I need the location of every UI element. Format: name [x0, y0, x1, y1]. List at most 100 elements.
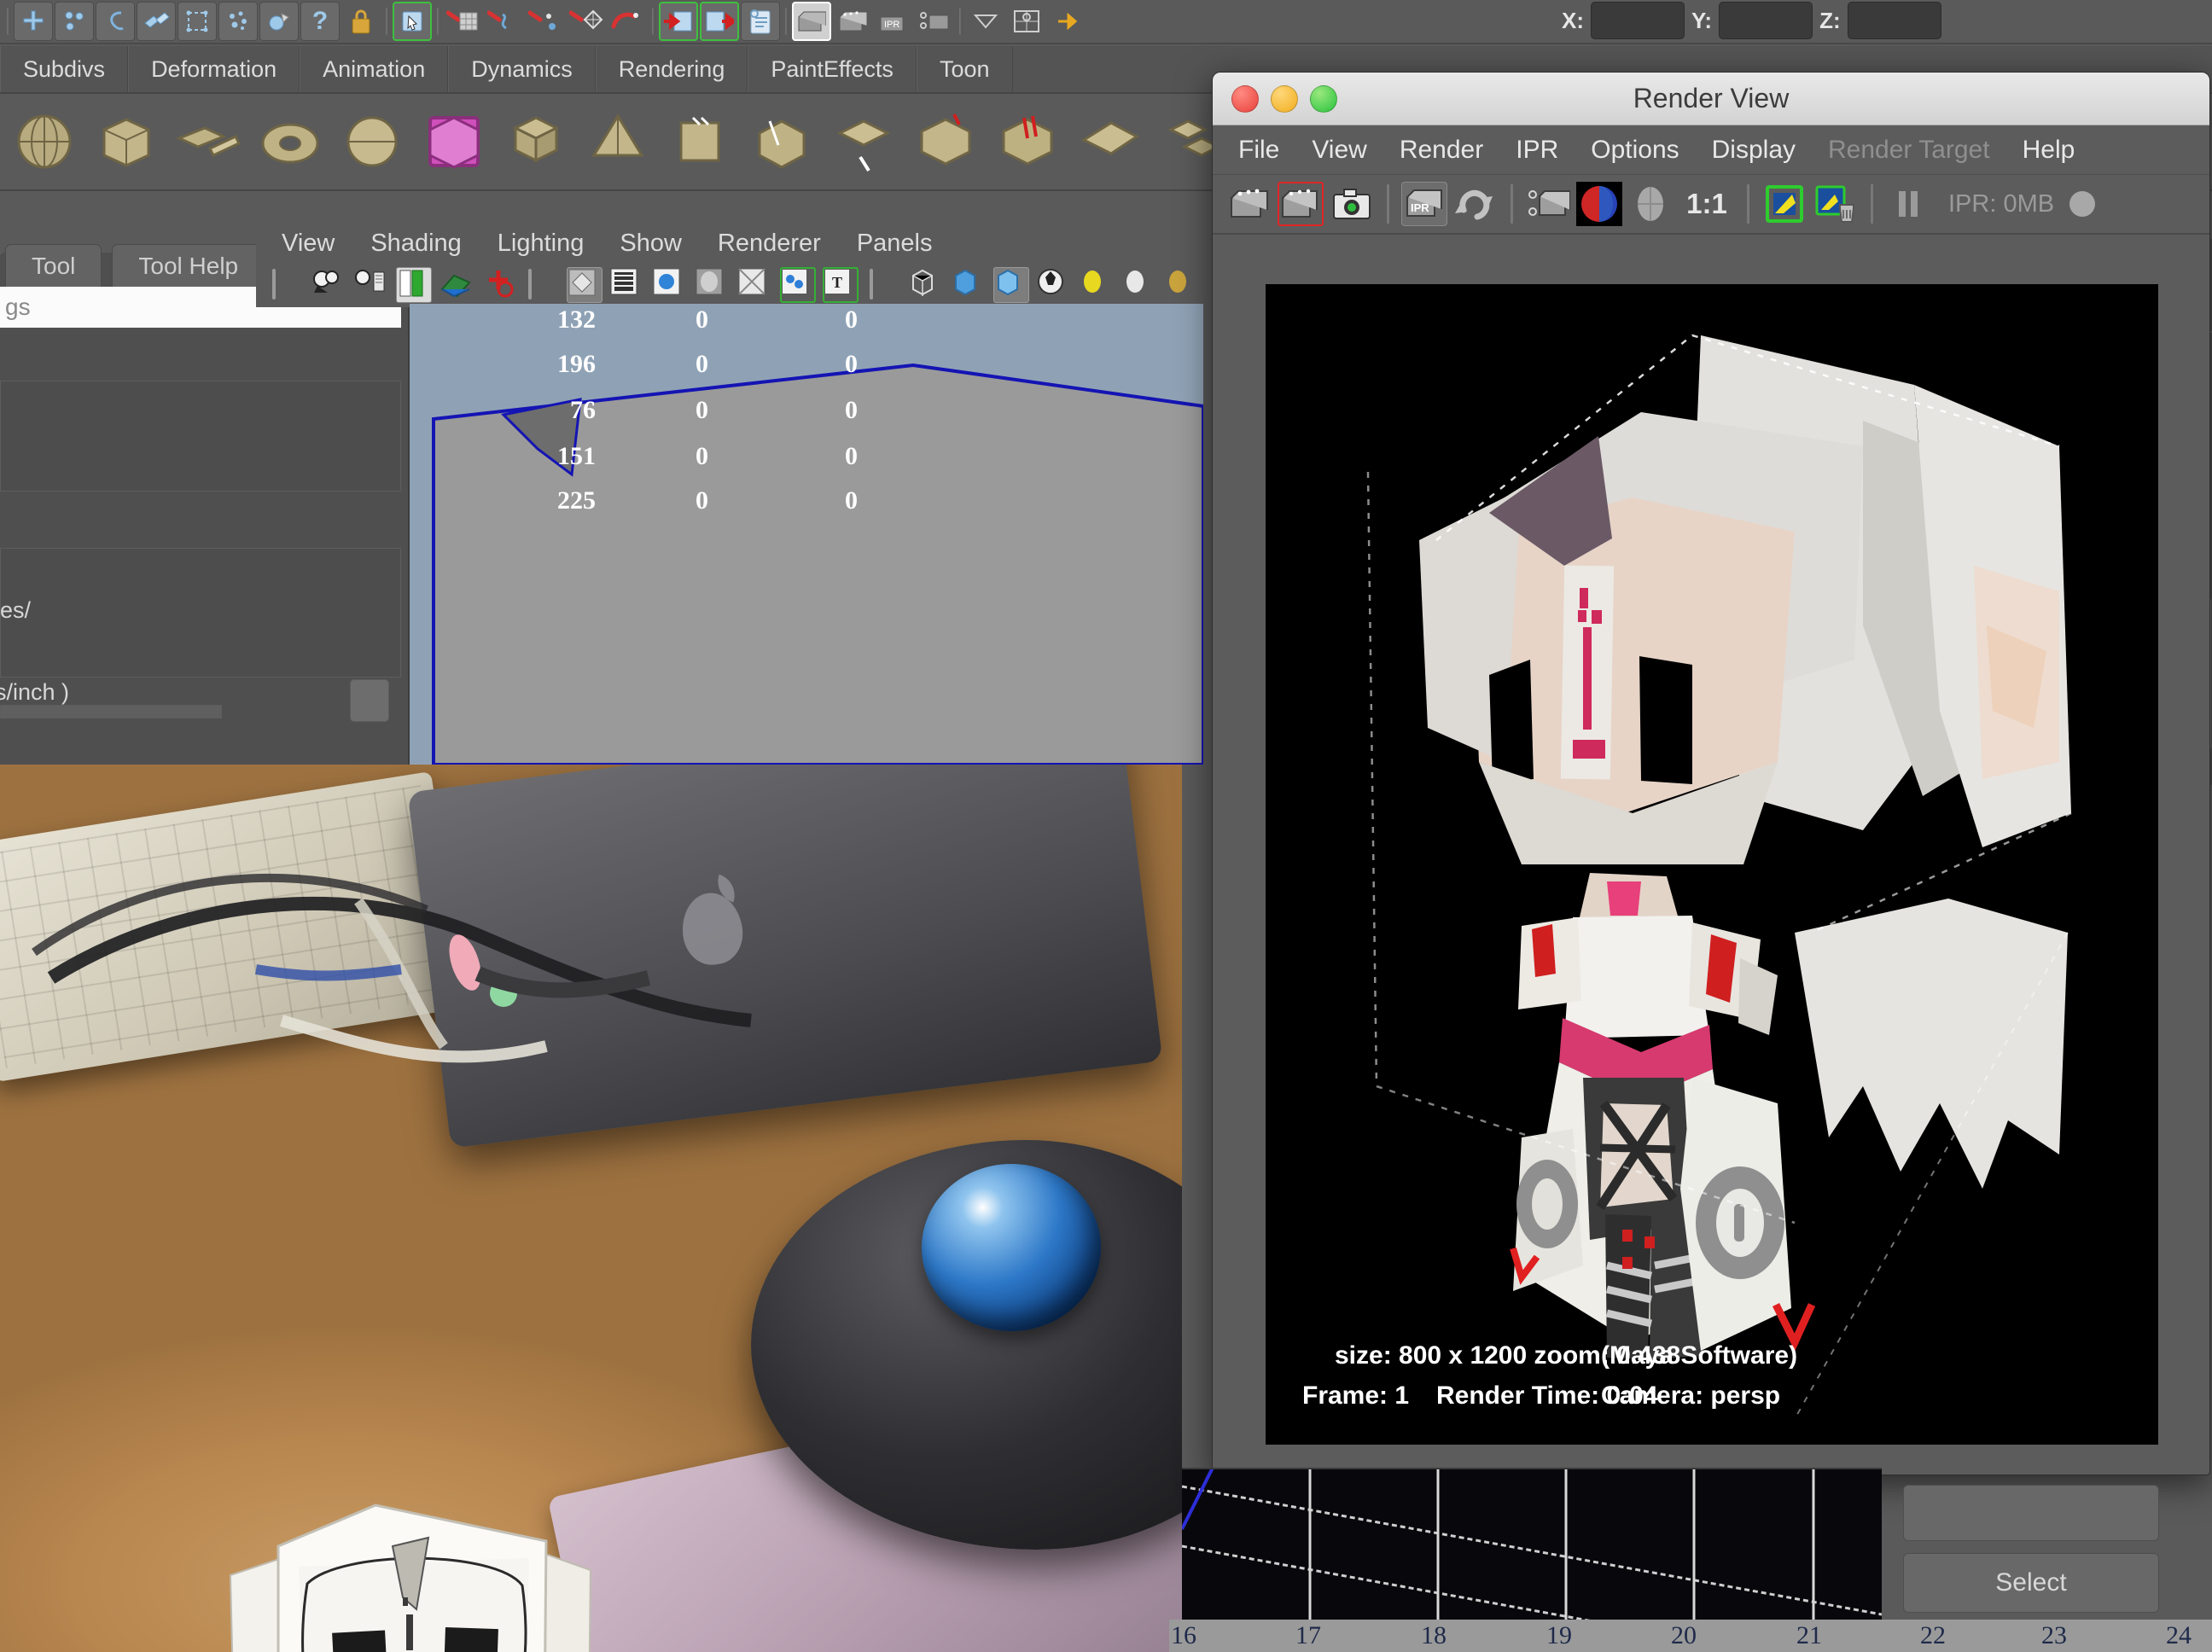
snap-view-plane-icon[interactable] — [567, 2, 606, 41]
render-view-icon[interactable] — [792, 2, 831, 41]
timeline-tick-17[interactable]: 17 — [1295, 1621, 1321, 1650]
stepper-up-button[interactable] — [350, 679, 389, 722]
one-to-one-zoom-icon[interactable]: 1:1 — [1679, 182, 1735, 226]
timeline-tick-16[interactable]: 16 — [1171, 1621, 1196, 1650]
menu-file[interactable]: File — [1238, 136, 1279, 165]
module-tab-deformation[interactable]: Deformation — [128, 46, 300, 92]
xray-icon[interactable] — [695, 267, 731, 303]
shelf-poly-wedge-icon[interactable] — [1072, 104, 1149, 181]
shelf-poly-cube-pink-icon[interactable] — [416, 104, 493, 181]
timeline-tick-24[interactable]: 24 — [2166, 1621, 2192, 1650]
menu-view[interactable]: View — [1312, 136, 1366, 165]
viewport-icon-row[interactable]: T — [256, 263, 1203, 307]
curve-tool-icon[interactable] — [96, 2, 135, 41]
rgb-channels-icon[interactable] — [1576, 182, 1622, 226]
remove-image-icon[interactable] — [1813, 182, 1859, 226]
module-tab-subdivs[interactable]: Subdivs — [0, 46, 129, 92]
module-tab-rendering[interactable]: Rendering — [595, 46, 748, 92]
render-current-frame-icon[interactable] — [659, 2, 698, 41]
shelf-poly-helix-icon[interactable] — [744, 104, 821, 181]
create-polygon-icon[interactable] — [14, 2, 53, 41]
ipr-render-icon[interactable]: IPR — [874, 2, 913, 41]
alpha-channel-icon[interactable] — [1627, 182, 1674, 226]
render-region-marquee-icon[interactable] — [1525, 182, 1571, 226]
render-view-menubar[interactable]: File View Render IPR Options Display Ren… — [1213, 125, 2209, 175]
book-icon[interactable] — [396, 267, 432, 303]
chevron-down-icon[interactable] — [966, 2, 1005, 41]
light-gold-icon[interactable] — [1164, 267, 1200, 303]
shelf-poly-pipe-icon[interactable] — [662, 104, 739, 181]
smooth-shade-icon[interactable] — [951, 267, 987, 303]
help-question-icon[interactable]: ? — [300, 2, 340, 41]
attribute-editor-icon[interactable] — [741, 2, 780, 41]
menu-ipr[interactable]: IPR — [1516, 136, 1558, 165]
ipr-render-icon[interactable]: IPR — [1401, 182, 1447, 226]
viewport-menu-panels[interactable]: Panels — [857, 230, 933, 258]
render-view-titlebar[interactable]: Render View — [1213, 73, 2209, 125]
render-sequence-icon[interactable] — [700, 2, 739, 41]
render-image-canvas[interactable] — [1266, 284, 2158, 1445]
module-tab-toon[interactable]: Toon — [916, 46, 1013, 92]
particles-icon[interactable] — [218, 2, 258, 41]
textured-icon[interactable] — [780, 267, 816, 303]
timeline-tick-19[interactable]: 19 — [1546, 1621, 1572, 1650]
viewport-menu-show[interactable]: Show — [620, 230, 682, 258]
y-coord-field[interactable] — [1719, 2, 1813, 39]
snap-live-icon[interactable] — [608, 2, 647, 41]
z-coord-field[interactable] — [1847, 2, 1941, 39]
batch-render-icon[interactable] — [833, 2, 872, 41]
texture-icon[interactable] — [1036, 267, 1072, 303]
coordinate-input-group[interactable]: X: Y: Z: — [1562, 2, 1941, 39]
timeline-tick-22[interactable]: 22 — [1920, 1621, 1946, 1650]
viewport-menu-lighting[interactable]: Lighting — [498, 230, 585, 258]
render-settings-icon[interactable] — [915, 2, 954, 41]
gamma-icon[interactable] — [652, 267, 688, 303]
hypershade-icon[interactable] — [1007, 2, 1046, 41]
shelf-poly-sphere-2-icon[interactable] — [335, 104, 411, 181]
render-view-toolbar[interactable]: IPR 1:1 IPR: 0MB — [1213, 175, 2209, 235]
tab-tool[interactable]: Tool — [5, 244, 102, 288]
light-yellow-icon[interactable] — [1079, 267, 1115, 303]
shelf-poly-pyramid-icon[interactable] — [580, 104, 657, 181]
menu-render[interactable]: Render — [1400, 136, 1483, 165]
camera-attrs-icon[interactable] — [353, 267, 389, 303]
shelf-poly-torus-icon[interactable] — [253, 104, 329, 181]
render-region-icon[interactable] — [1278, 182, 1324, 226]
snap-point-icon[interactable] — [526, 2, 565, 41]
shelf-poly-cube-icon[interactable] — [89, 104, 166, 181]
sculpt-icon[interactable] — [259, 2, 299, 41]
keep-image-icon[interactable] — [1761, 182, 1807, 226]
camera-icon[interactable] — [311, 267, 346, 303]
wireframe-shaded-icon[interactable] — [737, 267, 773, 303]
module-tab-dynamics[interactable]: Dynamics — [448, 46, 596, 92]
viewport-menu-shading[interactable]: Shading — [370, 230, 461, 258]
menu-help[interactable]: Help — [2023, 136, 2075, 165]
exposure-icon[interactable] — [481, 267, 517, 303]
viewport-menu-bar[interactable]: View Shading Lighting Show Renderer Pane… — [256, 220, 1203, 266]
show-manipulator-icon[interactable] — [1048, 2, 1087, 41]
pause-ipr-icon[interactable] — [1885, 182, 1931, 226]
shelf-poly-sphere-icon[interactable] — [7, 104, 84, 181]
slider-track[interactable] — [0, 705, 222, 718]
insert-edge-loop-icon[interactable] — [55, 2, 94, 41]
resolution-gate-icon[interactable] — [567, 267, 602, 303]
shelf-poly-prism-icon[interactable] — [498, 104, 575, 181]
timeline-ruler[interactable]: 16 17 18 19 20 21 22 23 24 — [1169, 1620, 2212, 1652]
perspective-grid-panel[interactable] — [1182, 1468, 1882, 1630]
select-button[interactable]: Select — [1903, 1553, 2159, 1613]
unlabeled-button[interactable] — [1903, 1485, 2159, 1541]
module-tab-painteffects[interactable]: PaintEffects — [748, 46, 917, 92]
select-tool-icon[interactable] — [393, 2, 432, 41]
shelf-poly-cut-icon[interactable] — [990, 104, 1067, 181]
shelf-poly-plane-icon[interactable] — [171, 104, 247, 181]
film-gate-icon[interactable] — [609, 267, 645, 303]
grid-icon[interactable] — [439, 267, 474, 303]
shelf-poly-bevel-icon[interactable] — [908, 104, 985, 181]
light-white-icon[interactable] — [1121, 267, 1157, 303]
tab-tool-help[interactable]: Tool Help — [112, 244, 265, 288]
text-display-icon[interactable]: T — [823, 267, 859, 303]
snap-curve-icon[interactable] — [485, 2, 524, 41]
render-view-window[interactable]: Render View File View Render IPR Options… — [1212, 72, 2210, 1475]
menu-options[interactable]: Options — [1591, 136, 1679, 165]
viewport-menu-view[interactable]: View — [282, 230, 335, 258]
